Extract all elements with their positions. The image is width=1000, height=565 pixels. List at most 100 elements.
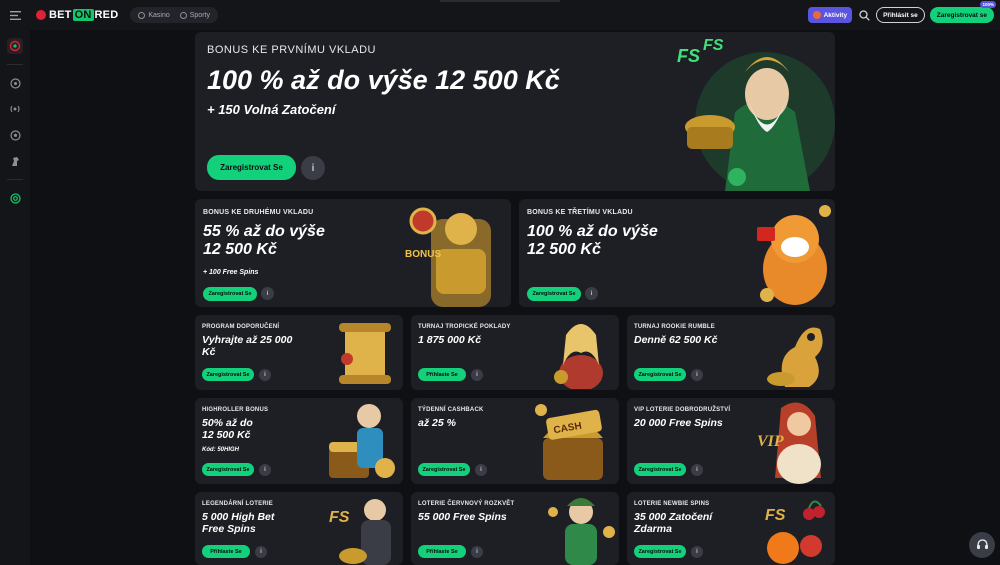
card-info-button[interactable]: i bbox=[585, 287, 598, 300]
tab-kasino[interactable]: Kasino bbox=[134, 11, 173, 19]
scroll-illustration bbox=[339, 323, 391, 384]
card-headline: 55 % až do výše 12 500 Kč bbox=[203, 223, 325, 259]
card-headline: 55 000 Free Spins bbox=[418, 511, 507, 524]
card-eyebrow: LOTERIE NEWBIE SPINS bbox=[634, 501, 710, 507]
card-eyebrow: LOTERIE ČERVNOVÝ ROZKVĚT bbox=[418, 501, 515, 507]
svg-text:BONUS: BONUS bbox=[405, 249, 441, 260]
gardener-illustration bbox=[548, 498, 615, 565]
card-register-button[interactable]: Zaregistrovat Se bbox=[634, 463, 686, 476]
gladiator-illustration: BONUS bbox=[405, 207, 491, 307]
promo-card-vip-lottery[interactable]: VIP LOTERIE DOBRODRUŽSTVÍ 20 000 Free Sp… bbox=[627, 398, 835, 484]
card-headline-line2: 12 500 Kč bbox=[527, 240, 601, 258]
app: BET ON RED Kasino Sporty Aktivity Přihlá… bbox=[0, 0, 1000, 565]
card-headline: 5 000 High Bet Free Spins bbox=[202, 511, 275, 536]
card-info-button[interactable]: i bbox=[691, 369, 703, 381]
card-headline-line1: až 25 % bbox=[418, 417, 456, 429]
horse-racing-icon[interactable] bbox=[7, 153, 23, 169]
activity-label: Aktivity bbox=[823, 11, 848, 19]
slots-icon[interactable] bbox=[7, 38, 23, 54]
card-info-button[interactable]: i bbox=[471, 369, 483, 381]
treasure-hero-illustration bbox=[329, 404, 395, 478]
card-headline-line1: 50% až do bbox=[202, 417, 253, 429]
hero-register-button[interactable]: Zaregistrovat Se bbox=[207, 155, 296, 180]
card-headline-line1: 100 % až do výše bbox=[527, 223, 658, 240]
promo-card-third-deposit[interactable]: BONUS KE TŘETÍMU VKLADU 100 % až do výše… bbox=[519, 199, 835, 307]
support-icon[interactable] bbox=[7, 190, 23, 206]
card-headline-line1: Denně 62 500 Kč bbox=[634, 334, 718, 346]
tab-sporty-label: Sporty bbox=[189, 11, 210, 19]
header-actions: Aktivity Přihlásit se Zaregistrovat se 1… bbox=[807, 1, 996, 23]
tab-sporty[interactable]: Sporty bbox=[176, 11, 214, 19]
logo-text-red: RED bbox=[94, 9, 119, 21]
hero-info-button[interactable]: i bbox=[301, 156, 325, 180]
card-login-button[interactable]: Přihlaste Se bbox=[418, 368, 466, 381]
roulette-icon[interactable] bbox=[7, 75, 23, 91]
promo-card-legendary-lottery[interactable]: LEGENDÁRNÍ LOTERIE 5 000 High Bet Free S… bbox=[195, 492, 403, 565]
card-info-button[interactable]: i bbox=[255, 546, 267, 558]
card-info-button[interactable]: i bbox=[471, 546, 483, 558]
login-button[interactable]: Přihlásit se bbox=[876, 7, 925, 23]
football-icon[interactable] bbox=[7, 127, 23, 143]
card-register-button[interactable]: Zaregistrovat Se bbox=[203, 287, 257, 301]
promo-card-tropical-treasures[interactable]: TURNAJ TROPICKÉ POKLADY 1 875 000 Kč Při… bbox=[411, 315, 619, 390]
card-promo-code: Kód: 50HIGH bbox=[202, 447, 240, 453]
card-headline-line1: 35 000 Zatočení bbox=[634, 511, 713, 523]
card-headline: 100 % až do výše 12 500 Kč bbox=[527, 223, 658, 259]
card-register-button[interactable]: Zaregistrovat Se bbox=[202, 463, 254, 476]
card-headline: Vyhrajte až 25 000 Kč bbox=[202, 334, 292, 359]
promo-card-referral[interactable]: PROGRAM DOPORUČENÍ Vyhrajte až 25 000 Kč… bbox=[195, 315, 403, 390]
card-headline: 50% až do 12 500 Kč bbox=[202, 417, 253, 442]
card-register-button[interactable]: Zaregistrovat Se bbox=[527, 287, 581, 301]
cherry-icon bbox=[36, 10, 46, 20]
card-info-button[interactable]: i bbox=[259, 369, 271, 381]
hero-eyebrow: BONUS KE PRVNÍMU VKLADU bbox=[207, 44, 377, 56]
card-headline-line2: Zdarma bbox=[634, 522, 672, 535]
dragon-illustration bbox=[767, 327, 823, 387]
tropical-woman-illustration bbox=[554, 324, 603, 389]
promo-card-june-bloom-lottery[interactable]: LOTERIE ČERVNOVÝ ROZKVĚT 55 000 Free Spi… bbox=[411, 492, 619, 565]
promo-card-weekly-cashback[interactable]: TÝDENNÍ CASHBACK až 25 % Zaregistrovat S… bbox=[411, 398, 619, 484]
search-icon[interactable] bbox=[857, 8, 871, 22]
svg-text:FS: FS bbox=[765, 507, 786, 524]
activity-button[interactable]: Aktivity bbox=[807, 7, 853, 23]
card-info-button[interactable]: i bbox=[261, 287, 274, 300]
sport-icon bbox=[179, 11, 187, 19]
promo-card-highroller[interactable]: HIGHROLLER BONUS 50% až do 12 500 Kč Kód… bbox=[195, 398, 403, 484]
card-info-button[interactable]: i bbox=[259, 464, 271, 476]
card-eyebrow: PROGRAM DOPORUČENÍ bbox=[202, 324, 280, 330]
card-eyebrow: TURNAJ TROPICKÉ POKLADY bbox=[418, 324, 511, 330]
card-info-button[interactable]: i bbox=[691, 546, 703, 558]
card-headline: 35 000 Zatočení Zdarma bbox=[634, 511, 713, 536]
sidebar-divider bbox=[7, 179, 23, 180]
card-register-button[interactable]: Zaregistrovat Se bbox=[634, 368, 686, 381]
card-register-button[interactable]: Zaregistrovat Se bbox=[202, 368, 254, 381]
card-headline-line2: Free Spins bbox=[202, 522, 256, 535]
live-icon[interactable] bbox=[7, 101, 23, 117]
card-headline: Denně 62 500 Kč bbox=[634, 334, 718, 347]
promo-card-rookie-rumble[interactable]: TURNAJ ROOKIE RUMBLE Denně 62 500 Kč Zar… bbox=[627, 315, 835, 390]
vip-woman-illustration: VIP bbox=[757, 402, 821, 484]
promo-card-second-deposit[interactable]: BONUS KE DRUHÉMU VKLADU 55 % až do výše … bbox=[195, 199, 511, 307]
card-login-button[interactable]: Přihlaste Se bbox=[418, 545, 466, 558]
card-headline-line2: 12 500 Kč bbox=[203, 240, 277, 258]
card-register-button[interactable]: Zaregistrovat Se bbox=[418, 463, 470, 476]
hero-banner[interactable]: BONUS KE PRVNÍMU VKLADU 100 % až do výše… bbox=[195, 32, 835, 191]
hamburger-icon[interactable] bbox=[0, 0, 30, 30]
card-eyebrow: HIGHROLLER BONUS bbox=[202, 407, 269, 413]
casino-icon bbox=[138, 11, 146, 19]
top-handle bbox=[440, 0, 560, 2]
card-login-button[interactable]: Přihlaste Se bbox=[202, 545, 250, 558]
brand-logo[interactable]: BET ON RED bbox=[36, 9, 118, 21]
card-register-button[interactable]: Zaregistrovat Se bbox=[634, 545, 686, 558]
register-button[interactable]: Zaregistrovat se 100% bbox=[929, 1, 996, 23]
card-headline: 1 875 000 Kč bbox=[418, 334, 481, 347]
register-label: Zaregistrovat se bbox=[936, 11, 987, 19]
promo-card-newbie-spins[interactable]: LOTERIE NEWBIE SPINS 35 000 Zatočení Zda… bbox=[627, 492, 835, 565]
card-info-button[interactable]: i bbox=[691, 464, 703, 476]
card-info-button[interactable]: i bbox=[475, 464, 487, 476]
live-chat-icon[interactable] bbox=[969, 532, 995, 558]
hero-headline: 100 % až do výše 12 500 Kč bbox=[207, 65, 560, 95]
card-eyebrow: LEGENDÁRNÍ LOTERIE bbox=[202, 501, 273, 507]
fruits-illustration: FS bbox=[765, 500, 825, 564]
card-headline-line1: 5 000 High Bet bbox=[202, 511, 275, 523]
